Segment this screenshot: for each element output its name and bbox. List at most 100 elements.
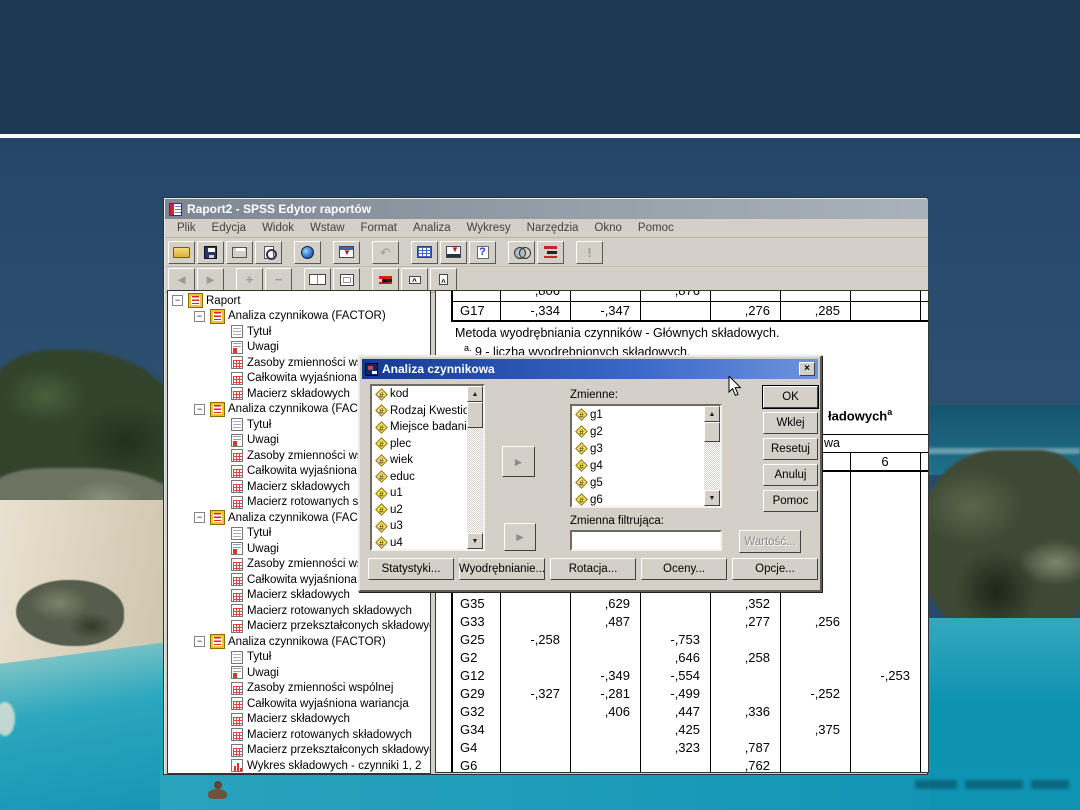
tree-item[interactable]: Tytuł: [168, 650, 430, 666]
tree-expander[interactable]: −: [194, 512, 205, 523]
table-icon: [231, 496, 243, 509]
open-file-button[interactable]: [168, 241, 195, 264]
ok-button[interactable]: OK: [763, 386, 818, 408]
table-icon: [231, 697, 243, 710]
tree-item[interactable]: Uwagi: [168, 665, 430, 681]
run-button[interactable]: !: [576, 241, 603, 264]
tree-item[interactable]: Macierz rotowanych składowych: [168, 727, 430, 743]
statistics-button[interactable]: Statystyki...: [368, 558, 454, 580]
filter-variable-input[interactable]: [570, 530, 722, 551]
demote-button[interactable]: −: [265, 268, 292, 291]
scrollbar-thumb[interactable]: [704, 422, 720, 442]
print-preview-button[interactable]: [255, 241, 282, 264]
scroll-down-button[interactable]: ▼: [704, 490, 720, 506]
use-sets-button[interactable]: [508, 241, 535, 264]
variables-button[interactable]: ?: [469, 241, 496, 264]
tree-item[interactable]: Macierz składowych: [168, 712, 430, 728]
tree-item[interactable]: Całkowita wyjaśniona wariancja: [168, 696, 430, 712]
rotation-button[interactable]: Rotacja...: [550, 558, 636, 580]
insert-heading-button[interactable]: [537, 241, 564, 264]
tree-expander[interactable]: −: [194, 404, 205, 415]
goto-case-button[interactable]: [440, 241, 467, 264]
tree-item[interactable]: Wykres składowych - czynniki 1, 2: [168, 758, 430, 774]
table-cell: ,806: [500, 290, 570, 300]
tree-expander[interactable]: −: [172, 295, 183, 306]
table-row: G4,323,787: [451, 739, 920, 757]
scroll-up-button[interactable]: ▲: [467, 386, 483, 402]
output-icon: [211, 635, 224, 648]
list-item[interactable]: g5: [572, 474, 720, 491]
list-item[interactable]: g4: [572, 457, 720, 474]
menu-narzedzia[interactable]: Narzędzia: [519, 220, 587, 236]
move-filter-variable-button[interactable]: ►: [504, 523, 536, 551]
table-row: G29-,327-,281-,499-,252: [451, 685, 920, 703]
list-item[interactable]: g2: [572, 423, 720, 440]
print-button[interactable]: [226, 241, 253, 264]
menu-format[interactable]: Format: [353, 220, 405, 236]
scroll-down-button[interactable]: ▼: [467, 533, 483, 549]
scroll-up-button[interactable]: ▲: [704, 406, 720, 422]
prev-item-button[interactable]: ◄: [168, 268, 195, 291]
extraction-button[interactable]: Wyodrębnianie...: [459, 558, 545, 580]
table-cell: [850, 595, 920, 613]
reset-button[interactable]: Resetuj: [763, 438, 818, 460]
source-variable-list[interactable]: kod Rodzaj Kwestionari Miejsce badania […: [370, 384, 485, 551]
save-button[interactable]: [197, 241, 224, 264]
list-item[interactable]: g3: [572, 440, 720, 457]
menu-widok[interactable]: Widok: [254, 220, 302, 236]
tree-item[interactable]: Macierz przekształconych składowych: [168, 619, 430, 635]
collapse-outline-button[interactable]: ^: [372, 268, 399, 291]
scrollbar[interactable]: ▲ ▼: [467, 386, 483, 549]
table-cell: [850, 739, 920, 757]
menu-wstaw[interactable]: Wstaw: [302, 220, 353, 236]
tree-item[interactable]: −Analiza czynnikowa (FACTOR): [168, 634, 430, 650]
table-row-label: G29: [451, 685, 500, 703]
menu-wykresy[interactable]: Wykresy: [459, 220, 519, 236]
menu-pomoc[interactable]: Pomoc: [630, 220, 682, 236]
tree-item[interactable]: Zasoby zmienności wspólnej: [168, 681, 430, 697]
help-button[interactable]: Pomoc: [763, 490, 818, 512]
undo-button[interactable]: ↶: [372, 241, 399, 264]
tree-item[interactable]: Tytuł: [168, 324, 430, 340]
scrollbar[interactable]: ▲ ▼: [704, 406, 720, 506]
table-cell: -,347: [570, 302, 640, 320]
cancel-button[interactable]: Anuluj: [763, 464, 818, 486]
tree-item[interactable]: Macierz przekształconych składowych: [168, 743, 430, 759]
menu-analiza[interactable]: Analiza: [405, 220, 459, 236]
window-titlebar[interactable]: Raport2 - SPSS Edytor raportów: [165, 199, 928, 219]
scrollbar-thumb[interactable]: [467, 402, 483, 428]
table-row: G33,487,277,256: [451, 613, 920, 631]
scores-button[interactable]: Oceny...: [641, 558, 727, 580]
tree-item[interactable]: Macierz rotowanych składowych: [168, 603, 430, 619]
list-item[interactable]: g6: [572, 491, 720, 508]
show-item-icon: ^: [409, 276, 421, 284]
table-cell: -,499: [640, 685, 710, 703]
table-border: [451, 320, 929, 322]
selected-variables-list[interactable]: g1 g2 g3 g4 g5 g6 ▲ ▼: [570, 404, 722, 508]
paste-button[interactable]: Wklej: [763, 412, 818, 434]
expand-book-button[interactable]: [304, 268, 331, 291]
tree-item[interactable]: −Raport: [168, 293, 430, 309]
tree-item[interactable]: Uwagi: [168, 340, 430, 356]
value-button[interactable]: Wartość...: [739, 530, 801, 553]
desktop: Raport2 - SPSS Edytor raportów Plik Edyc…: [0, 0, 1080, 810]
list-item[interactable]: g1: [572, 406, 720, 423]
show-item-button[interactable]: ^: [401, 268, 428, 291]
move-variables-button[interactable]: ►: [502, 446, 535, 477]
recall-dialog-button[interactable]: [333, 241, 360, 264]
options-button[interactable]: Opcje...: [732, 558, 818, 580]
next-item-button[interactable]: ►: [197, 268, 224, 291]
tree-expander[interactable]: −: [194, 311, 205, 322]
menu-edycja[interactable]: Edycja: [204, 220, 255, 236]
close-button[interactable]: ×: [799, 362, 815, 376]
promote-button[interactable]: +: [236, 268, 263, 291]
goto-table-button[interactable]: [411, 241, 438, 264]
hide-item-button[interactable]: ^: [430, 268, 457, 291]
export-button[interactable]: [294, 241, 321, 264]
dialog-titlebar[interactable]: Analiza czynnikowa ×: [362, 359, 818, 379]
collapse-frame-button[interactable]: [333, 268, 360, 291]
menu-plik[interactable]: Plik: [169, 220, 204, 236]
menu-okno[interactable]: Okno: [586, 220, 630, 236]
tree-expander[interactable]: −: [194, 636, 205, 647]
tree-item[interactable]: −Analiza czynnikowa (FACTOR): [168, 309, 430, 325]
